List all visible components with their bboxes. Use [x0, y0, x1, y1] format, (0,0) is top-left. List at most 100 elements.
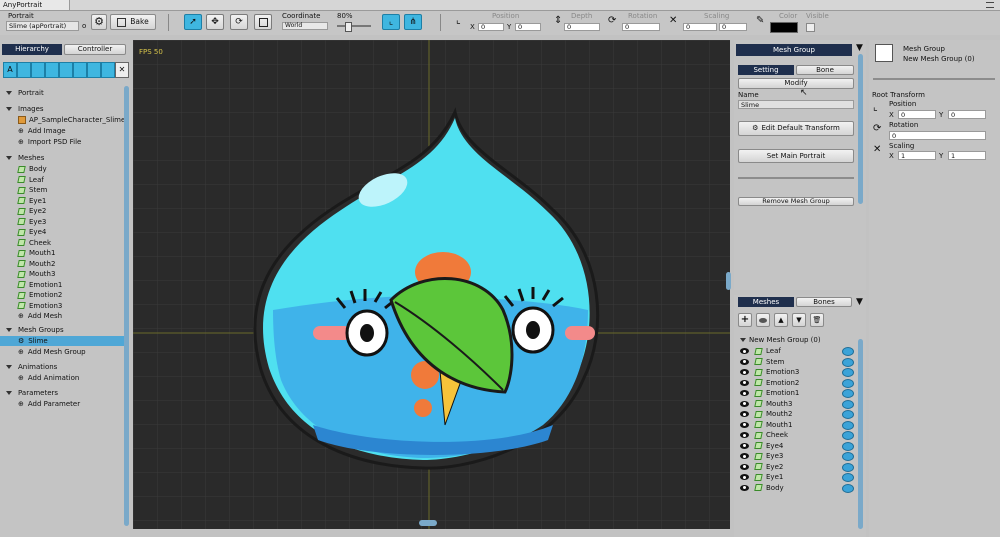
mesh-item[interactable]: Eye2: [17, 206, 46, 216]
layer-button[interactable]: [756, 313, 770, 327]
filter-animation-icon[interactable]: [73, 62, 87, 78]
mesh-group-node[interactable]: New Mesh Group (0): [740, 335, 821, 345]
mesh-layer-row[interactable]: Emotion3: [740, 367, 854, 377]
section-portrait[interactable]: Portrait: [6, 88, 44, 98]
portrait-picker[interactable]: o: [82, 22, 86, 30]
inspector-pos-y-field[interactable]: 0: [948, 110, 986, 119]
filter-mesh-icon[interactable]: [45, 62, 59, 78]
eye-icon[interactable]: [740, 453, 749, 459]
scale-x-field[interactable]: 0: [683, 23, 717, 31]
onion-tool-button[interactable]: ⌞: [382, 14, 400, 30]
mesh-item[interactable]: Cheek: [17, 238, 51, 248]
mesh-item[interactable]: Emotion1: [17, 280, 62, 290]
canvas-viewport[interactable]: FPS 50: [133, 40, 730, 529]
visible-checkbox[interactable]: [806, 23, 815, 32]
zoom-slider-handle[interactable]: [345, 22, 352, 32]
filter-root-icon[interactable]: [17, 62, 31, 78]
eye-icon[interactable]: [740, 463, 749, 470]
eye-icon[interactable]: [740, 369, 749, 375]
depth-field[interactable]: 0: [564, 23, 600, 31]
modify-button[interactable]: Modify: [738, 78, 854, 89]
inspector-scale-y-field[interactable]: 1: [948, 151, 986, 160]
visibility-toggle-icon[interactable]: [842, 431, 854, 440]
visibility-toggle-icon[interactable]: [842, 483, 854, 493]
visibility-toggle-icon[interactable]: [842, 462, 854, 472]
filter-param-icon[interactable]: [87, 62, 101, 78]
mesh-layer-row[interactable]: Cheek: [740, 430, 854, 440]
eye-icon[interactable]: [740, 390, 749, 396]
visibility-toggle-icon[interactable]: [842, 410, 854, 419]
zoom-slider[interactable]: [337, 22, 371, 32]
eye-icon[interactable]: [740, 432, 749, 438]
add-image-item[interactable]: ⊕ Add Image: [18, 126, 66, 136]
left-scrollbar[interactable]: [124, 86, 129, 526]
tab-hierarchy[interactable]: Hierarchy: [2, 44, 62, 55]
panel-dropdown-icon[interactable]: ▼: [856, 43, 863, 53]
mesh-item[interactable]: Mouth3: [17, 269, 55, 279]
filter-meshgroup-icon[interactable]: [59, 62, 73, 78]
mesh-item[interactable]: Emotion3: [17, 301, 62, 311]
visibility-toggle-icon[interactable]: [842, 420, 854, 430]
visibility-toggle-icon[interactable]: [842, 357, 854, 367]
mesh-layer-row[interactable]: Eye2: [740, 462, 854, 472]
mesh-item[interactable]: Mouth1: [17, 248, 55, 258]
select-tool-button[interactable]: ➚: [184, 14, 202, 30]
scale-tool-button[interactable]: [254, 14, 272, 30]
tab-bones[interactable]: Bones: [796, 297, 852, 307]
canvas-vscrollbar[interactable]: [726, 272, 731, 290]
scale-y-field[interactable]: 0: [719, 23, 747, 31]
section-animations[interactable]: Animations: [6, 362, 57, 372]
rotation-field[interactable]: 0: [622, 23, 660, 31]
tab-bone[interactable]: Bone: [796, 65, 854, 75]
mesh-group-item-selected[interactable]: ⚙ Slime: [0, 336, 124, 346]
move-tool-button[interactable]: ✥: [206, 14, 224, 30]
mesh-item[interactable]: Eye3: [17, 217, 46, 227]
tab-controller[interactable]: Controller: [64, 44, 126, 55]
visibility-toggle-icon[interactable]: [842, 368, 854, 377]
inspector-pos-x-field[interactable]: 0: [898, 110, 936, 119]
import-psd-item[interactable]: ⊕ Import PSD File: [18, 137, 81, 147]
visibility-toggle-icon[interactable]: [842, 347, 854, 356]
pos-x-field[interactable]: 0: [478, 23, 504, 31]
physics-tool-button[interactable]: ⋔: [404, 14, 422, 30]
add-mesh-button[interactable]: +: [738, 313, 752, 327]
filter-close-icon[interactable]: ✕: [115, 62, 129, 78]
edit-default-transform-button[interactable]: ⚙ Edit Default Transform: [738, 121, 854, 136]
section-images[interactable]: Images: [6, 104, 44, 114]
move-up-button[interactable]: ▲: [774, 313, 788, 327]
eye-icon[interactable]: [740, 348, 749, 354]
mesh-item[interactable]: Emotion2: [17, 290, 62, 300]
tab-setting[interactable]: Setting: [738, 65, 794, 75]
delete-button[interactable]: 🗑: [810, 313, 824, 327]
move-down-button[interactable]: ▼: [792, 313, 806, 327]
filter-person-icon[interactable]: [101, 62, 115, 78]
section-mesh-groups[interactable]: Mesh Groups: [6, 325, 64, 335]
bake-button[interactable]: Bake: [110, 14, 156, 30]
mesh-item[interactable]: Body: [17, 164, 47, 174]
color-swatch[interactable]: [770, 22, 798, 33]
inspector-scale-x-field[interactable]: 1: [898, 151, 936, 160]
eye-icon[interactable]: [740, 411, 749, 417]
visibility-toggle-icon[interactable]: [842, 399, 854, 409]
visibility-toggle-icon[interactable]: [842, 389, 854, 398]
filter-image-icon[interactable]: [31, 62, 45, 78]
window-menu-icon[interactable]: [986, 2, 994, 8]
rotate-tool-button[interactable]: ⟳: [230, 14, 248, 30]
mesh-layer-row[interactable]: Eye4: [740, 441, 854, 451]
mesh-layer-row[interactable]: Emotion1: [740, 388, 854, 398]
tab-meshes[interactable]: Meshes: [738, 297, 794, 307]
mesh-layer-row[interactable]: Mouth2: [740, 409, 854, 419]
mesh-item[interactable]: Stem: [17, 185, 47, 195]
settings-button[interactable]: ⚙: [91, 14, 107, 30]
eye-icon[interactable]: [740, 484, 749, 491]
remove-mesh-group-button[interactable]: Remove Mesh Group: [738, 197, 854, 206]
mesh-layer-row[interactable]: Leaf: [740, 346, 854, 356]
visibility-toggle-icon[interactable]: [842, 441, 854, 451]
eye-icon[interactable]: [740, 379, 749, 386]
mesh-layer-row[interactable]: Stem: [740, 357, 854, 367]
eye-icon[interactable]: [740, 400, 749, 407]
mesh-item[interactable]: Leaf: [17, 175, 44, 185]
mesh-layer-row[interactable]: Mouth3: [740, 399, 854, 409]
eye-icon[interactable]: [740, 421, 749, 428]
add-mesh-group-item[interactable]: ⊕ Add Mesh Group: [18, 347, 86, 357]
